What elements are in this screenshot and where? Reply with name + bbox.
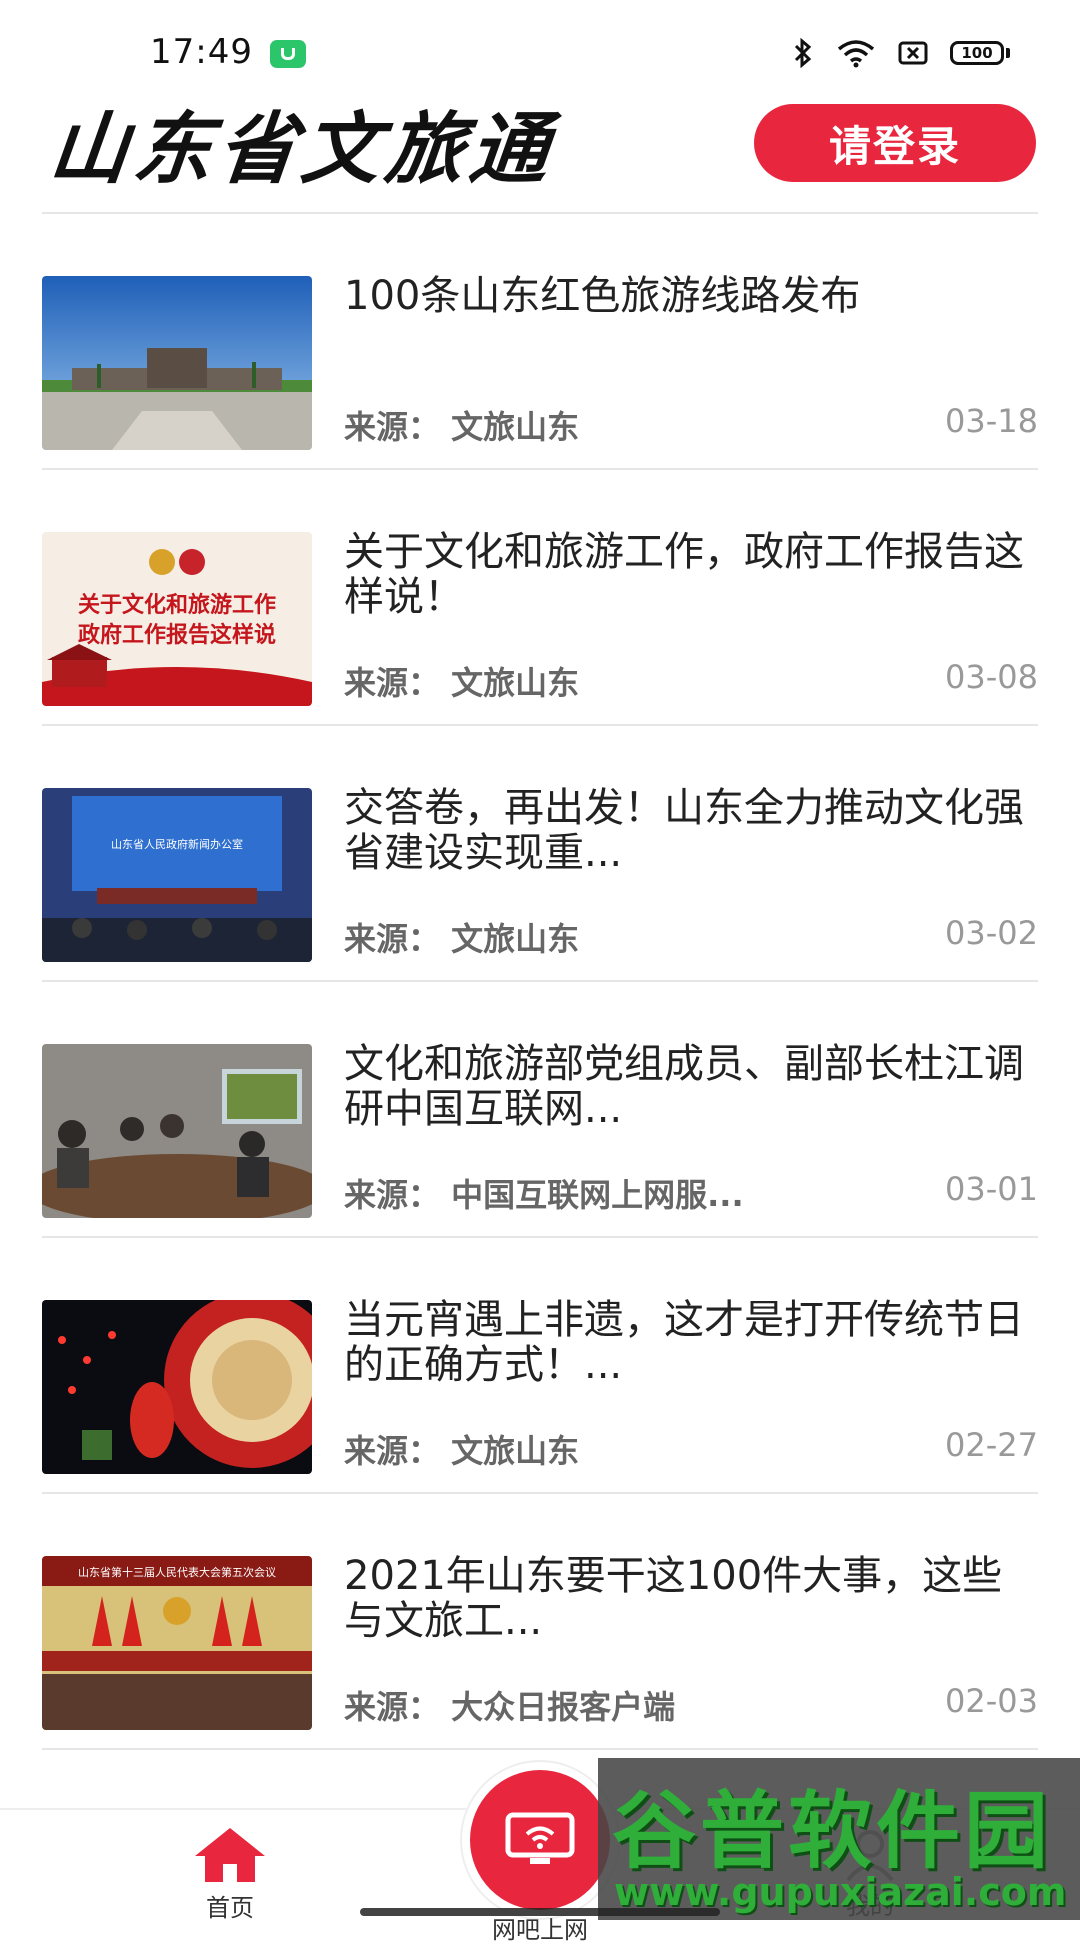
home-icon [195,1828,265,1882]
news-date: 02-03 [945,1682,1038,1720]
news-item[interactable]: 100条山东红色旅游线路发布 来源： 文旅山东 03-18 [42,214,1038,470]
center-button [470,1770,610,1910]
news-thumbnail: 山东省第十三届人民代表大会第五次会议 [42,1556,312,1730]
news-title: 交答卷，再出发！山东全力推动文化强省建设实现重... [344,786,1024,876]
news-list: 100条山东红色旅游线路发布 来源： 文旅山东 03-18 关于文化和旅游工作 … [42,214,1038,1750]
news-date: 02-27 [945,1426,1038,1464]
news-source: 来源： 大众日报客户端 [344,1688,676,1726]
news-source: 来源： 文旅山东 [344,664,580,702]
watermark-title: 谷普软件园 [612,1782,1053,1880]
news-source: 来源： 文旅山东 [344,408,580,446]
news-date: 03-08 [945,658,1038,696]
thumb-caption-2: 政府工作报告这样说 [78,622,276,648]
news-title: 2021年山东要干这100件大事，这些与文旅工... [344,1554,1003,1644]
thumb-banner: 山东省第十三届人民代表大会第五次会议 [78,1565,276,1579]
status-time: 17:49 [150,32,253,72]
nav-internet-cafe[interactable]: 网吧上网 [460,1770,620,1945]
app-notification-icon [270,40,306,68]
nav-home[interactable]: 首页 [170,1810,290,1923]
news-item[interactable]: 文化和旅游部党组成员、副部长杜江调研中国互联网... 来源： 中国互联网上网服.… [42,982,1038,1238]
bluetooth-icon [794,38,812,68]
monitor-wifi-icon [505,1812,575,1864]
battery-level: 100 [950,41,1004,65]
news-item[interactable]: 山东省第十三届人民代表大会第五次会议 2021年山东要干这100件大事，这些与文… [42,1494,1038,1750]
news-title: 当元宵遇上非遗，这才是打开传统节日的正确方式！... [344,1298,1024,1388]
news-date: 03-18 [945,402,1038,440]
news-title: 文化和旅游部党组成员、副部长杜江调研中国互联网... [344,1042,1024,1132]
news-source: 来源： 文旅山东 [344,1432,580,1470]
battery-icon: 100 [950,41,1010,65]
news-thumbnail: 山东省人民政府新闻办公室 [42,788,312,962]
news-thumbnail: 关于文化和旅游工作 政府工作报告这样说 [42,532,312,706]
news-item[interactable]: 当元宵遇上非遗，这才是打开传统节日的正确方式！... 来源： 文旅山东 02-2… [42,1238,1038,1494]
news-thumbnail [42,1300,312,1474]
news-title: 关于文化和旅游工作，政府工作报告这样说！ [344,530,1024,620]
news-item[interactable]: 山东省人民政府新闻办公室 交答卷，再出发！山东全力推动文化强省建设实现重... … [42,726,1038,982]
thumb-banner: 山东省人民政府新闻办公室 [111,837,243,851]
status-bar: 17:49 100 [0,0,1080,100]
news-date: 03-01 [945,1170,1038,1208]
news-source: 来源： 文旅山东 [344,920,580,958]
news-source: 来源： 中国互联网上网服... [344,1176,744,1214]
news-date: 03-02 [945,914,1038,952]
news-item[interactable]: 关于文化和旅游工作 政府工作报告这样说 关于文化和旅游工作，政府工作报告这样说！… [42,470,1038,726]
watermark: 谷普软件园 www.gupuxiazai.com [598,1758,1080,1920]
login-button[interactable]: 请登录 [754,104,1036,182]
wifi-icon [837,40,875,68]
news-thumbnail [42,276,312,450]
app-logo: 山东省文旅通 [45,104,559,195]
home-indicator[interactable] [360,1908,720,1916]
status-icons: 100 [792,38,1010,68]
app-header: 山东省文旅通 请登录 [42,100,1038,214]
nav-home-label: 首页 [206,1894,254,1922]
sim-off-icon [898,41,928,65]
news-thumbnail [42,1044,312,1218]
thumb-caption-1: 关于文化和旅游工作 [78,592,276,618]
news-title: 100条山东红色旅游线路发布 [344,274,861,319]
